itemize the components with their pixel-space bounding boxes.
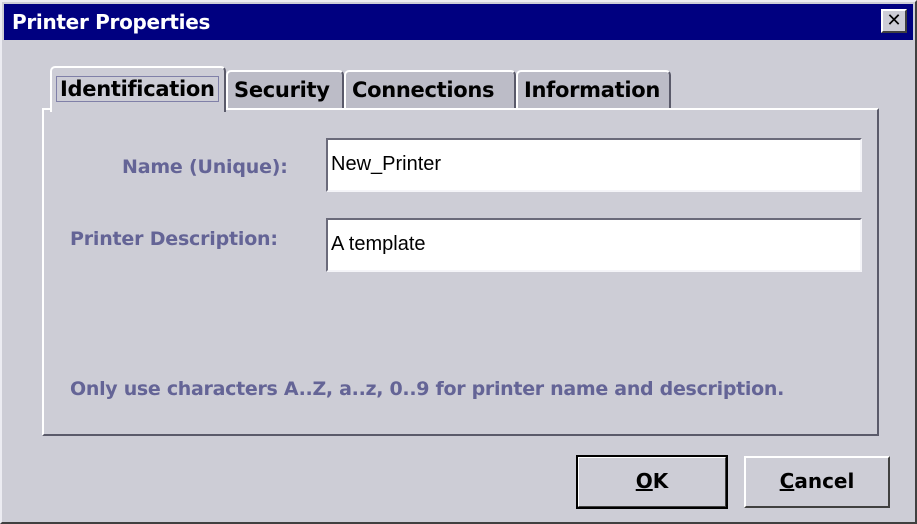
name-label: Name (Unique): — [122, 156, 288, 178]
cancel-mnemonic: C — [779, 469, 795, 493]
tab-security-label: Security — [234, 78, 330, 102]
tab-information[interactable]: Information — [516, 70, 671, 110]
tab-connections-label: Connections — [352, 78, 495, 102]
title-bar[interactable]: Printer Properties ✕ — [4, 4, 913, 40]
identification-panel: Name (Unique): New_Printer Printer Descr… — [42, 108, 879, 436]
ok-label-rest: K — [652, 469, 669, 493]
ok-mnemonic: O — [635, 469, 653, 493]
name-input[interactable]: New_Printer — [326, 138, 862, 192]
window-title: Printer Properties — [12, 10, 211, 34]
tab-information-label: Information — [524, 78, 661, 102]
printer-properties-dialog: Printer Properties ✕ Identification Secu… — [0, 0, 917, 524]
tab-security[interactable]: Security — [226, 70, 344, 110]
description-input[interactable]: A template — [326, 218, 862, 272]
tab-connections[interactable]: Connections — [344, 70, 516, 110]
description-label: Printer Description: — [70, 228, 278, 250]
tab-identification[interactable]: Identification — [50, 66, 226, 112]
close-icon[interactable]: ✕ — [881, 9, 907, 33]
naming-hint: Only use characters A..Z, a..z, 0..9 for… — [70, 378, 785, 400]
cancel-label-rest: ancel — [794, 469, 855, 493]
cancel-button[interactable]: Cancel — [744, 456, 890, 508]
tab-identification-label: Identification — [56, 76, 219, 102]
ok-button[interactable]: OK — [576, 455, 728, 509]
